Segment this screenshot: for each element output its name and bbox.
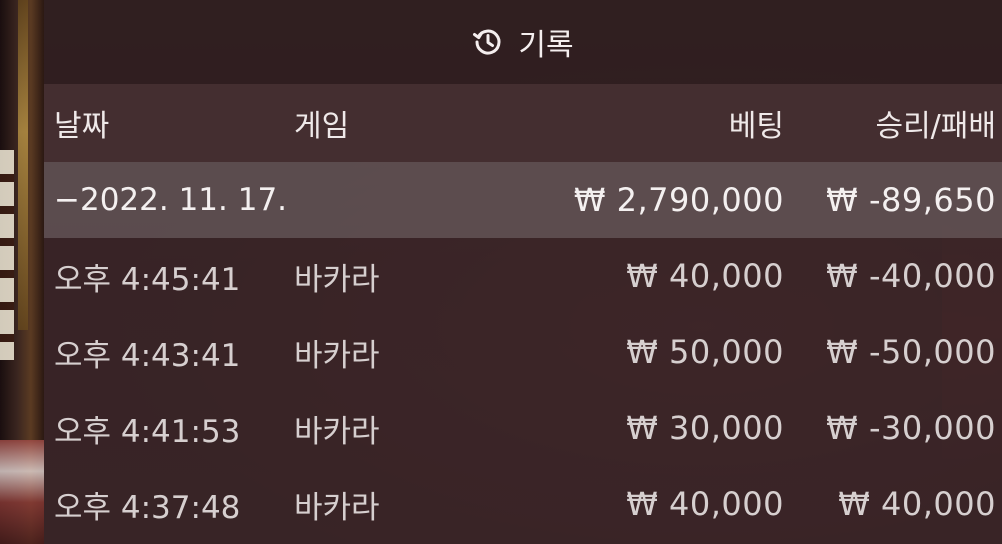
group-winloss-total: ₩ -89,650: [826, 181, 996, 219]
table-row[interactable]: 오후 4:43:41 바카라 ₩ 50,000 ₩ -50,000: [44, 314, 1002, 390]
column-bet: 베팅: [728, 109, 784, 144]
row-game: 바카라: [294, 489, 380, 526]
table-row[interactable]: 오후 4:37:48 바카라 ₩ 40,000 ₩ 40,000: [44, 466, 1002, 542]
table-header: 날짜 게임 베팅 승리/패배: [44, 84, 1002, 162]
history-header: 기록: [44, 0, 1002, 84]
row-game: 바카라: [294, 261, 380, 298]
gold-trim-decoration: [18, 0, 28, 330]
date-group-row[interactable]: −2022. 11. 17. ₩ 2,790,000 ₩ -89,650: [44, 162, 1002, 238]
chip-stack-decoration: [0, 440, 44, 544]
table-row[interactable]: 오후 4:45:41 바카라 ₩ 40,000 ₩ -40,000: [44, 238, 1002, 314]
row-winloss: ₩ 40,000: [838, 485, 996, 523]
column-winloss: 승리/패배: [875, 109, 996, 144]
row-bet: ₩ 40,000: [626, 257, 784, 295]
scoreboard-decoration: [0, 150, 14, 360]
history-icon: [472, 26, 504, 58]
row-time: 오후 4:37:48: [54, 489, 241, 526]
row-bet: ₩ 30,000: [626, 409, 784, 447]
row-game: 바카라: [294, 337, 380, 374]
row-bet: ₩ 50,000: [626, 333, 784, 371]
row-bet: ₩ 40,000: [626, 485, 784, 523]
row-game: 바카라: [294, 413, 380, 450]
row-winloss: ₩ -30,000: [826, 409, 996, 447]
column-game: 게임: [294, 109, 350, 144]
group-date: −2022. 11. 17.: [54, 182, 288, 218]
row-time: 오후 4:45:41: [54, 261, 241, 298]
row-winloss: ₩ -50,000: [826, 333, 996, 371]
history-title: 기록: [518, 28, 574, 63]
row-time: 오후 4:43:41: [54, 337, 241, 374]
table-row[interactable]: 오후 4:41:53 바카라 ₩ 30,000 ₩ -30,000: [44, 390, 1002, 466]
group-bet-total: ₩ 2,790,000: [573, 181, 784, 219]
history-panel: 기록 날짜 게임 베팅 승리/패배 −2022. 11. 17. ₩ 2,790…: [44, 0, 1002, 544]
row-time: 오후 4:41:53: [54, 413, 241, 450]
row-winloss: ₩ -40,000: [826, 257, 996, 295]
column-date: 날짜: [54, 109, 110, 144]
